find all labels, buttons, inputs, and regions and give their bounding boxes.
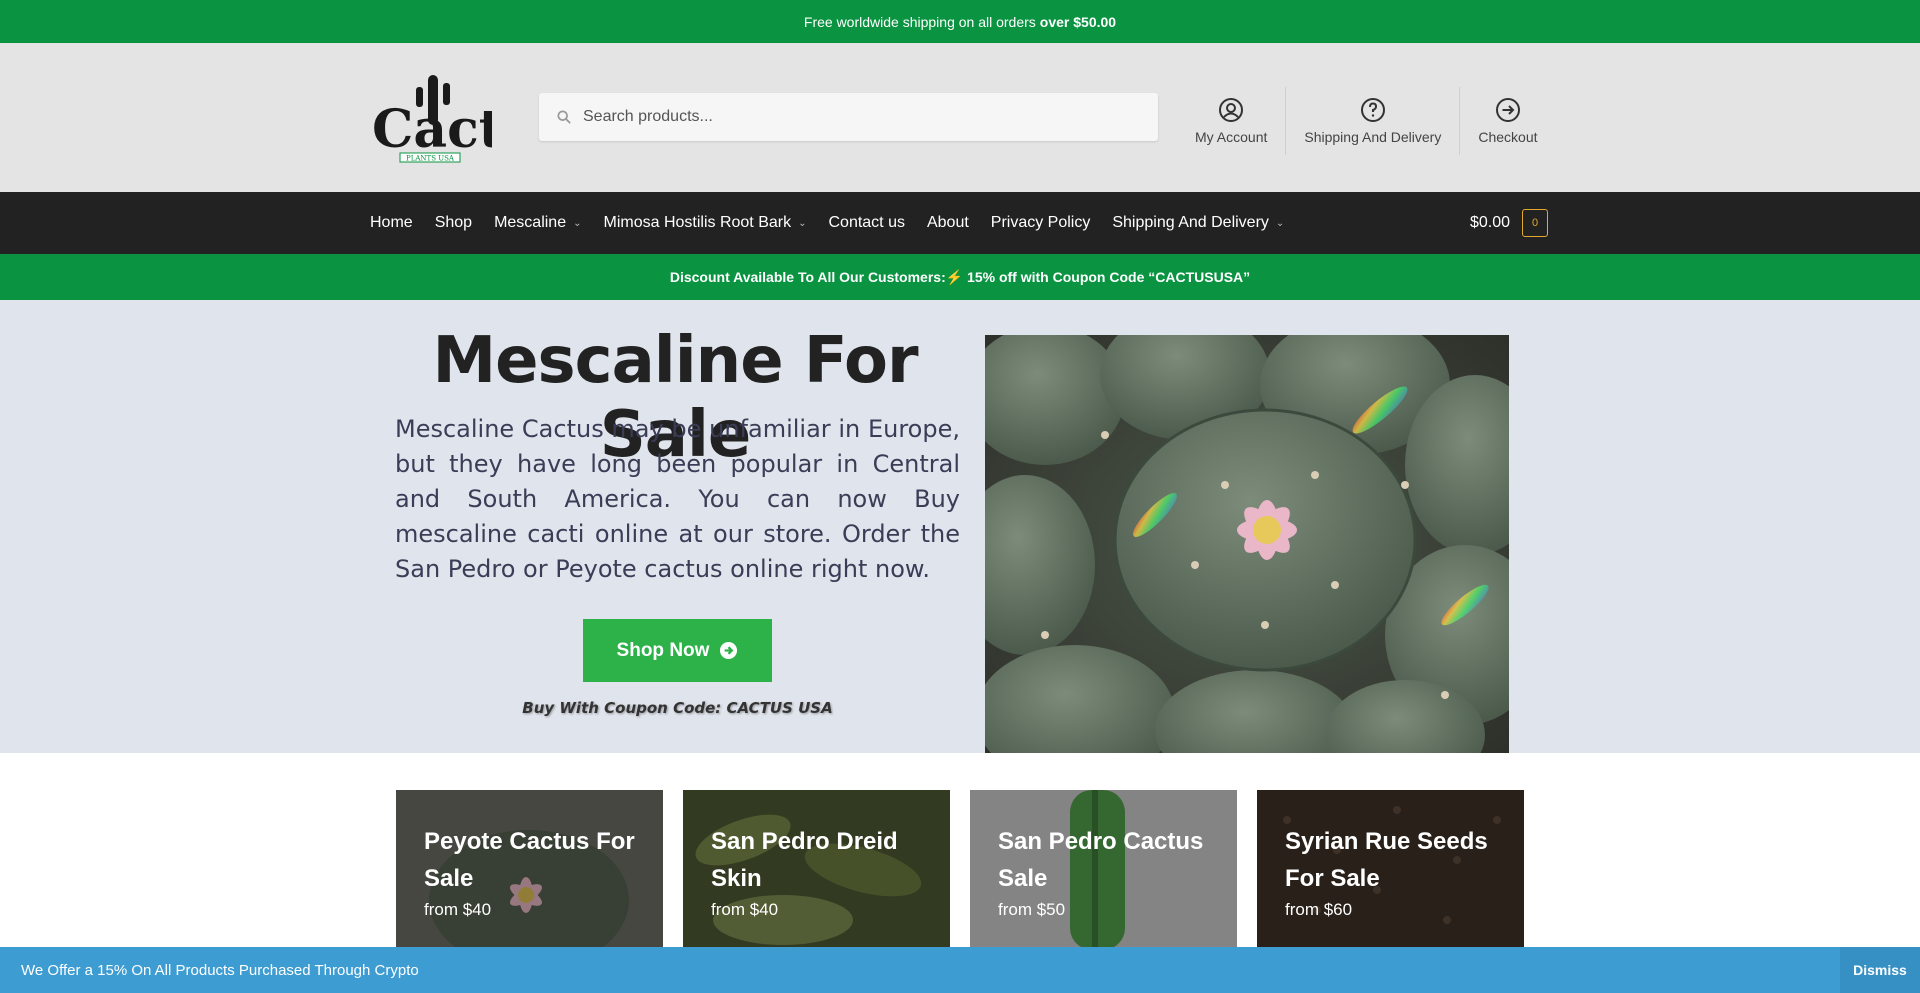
product-price: from $60 <box>1285 900 1353 919</box>
shipping-delivery-label: Shipping And Delivery <box>1304 129 1442 145</box>
product-title: Peyote Cactus For Sale <box>424 828 635 892</box>
hero-section: Mescaline For Sale Mescaline Cactus may … <box>0 300 1920 753</box>
main-nav: Home Shop Mescaline ⌄ Mimosa Hostilis Roo… <box>0 192 1920 254</box>
nav-item-about[interactable]: About <box>927 214 969 232</box>
product-card[interactable]: San Pedro Cactus Sale from $50 <box>970 790 1237 950</box>
nav-item-home[interactable]: Home <box>370 214 413 232</box>
my-account-link[interactable]: My Account <box>1177 87 1285 155</box>
cart-count-badge: 0 <box>1522 209 1549 237</box>
site-header: Cactus PLANTS USA My Account <box>0 43 1920 192</box>
cactus-logo-icon: Cactus PLANTS USA <box>372 75 570 163</box>
nav-item-label: Contact us <box>828 214 905 231</box>
nav-item-label: Mescaline <box>494 214 567 231</box>
product-title: San Pedro Cactus Sale <box>998 828 1204 892</box>
chevron-down-icon: ⌄ <box>798 217 807 229</box>
product-grid: Peyote Cactus For Sale from $40 San Pedr… <box>396 790 1544 950</box>
product-price: from $40 <box>711 900 779 919</box>
logo-subtext: PLANTS USA <box>406 155 455 163</box>
site-logo[interactable]: Cactus PLANTS USA <box>370 73 570 165</box>
product-title: Syrian Rue Seeds For Sale <box>1285 828 1488 892</box>
nav-item-mescaline[interactable]: Mescaline ⌄ <box>494 214 581 232</box>
product-card[interactable]: Peyote Cactus For Sale from $40 <box>396 790 663 950</box>
coupon-note: Buy With Coupon Code: CACTUS USA <box>522 699 833 717</box>
nav-item-label: Shop <box>434 214 473 231</box>
product-price: from $40 <box>424 900 492 919</box>
nav-item-label: Privacy Policy <box>990 214 1091 231</box>
nav-menu: Home Shop Mescaline ⌄ Mimosa Hostilis Roo… <box>370 192 1306 254</box>
nav-item-label: Home <box>370 214 413 231</box>
header-links: My Account Shipping And Delivery Checkou… <box>1177 87 1556 155</box>
product-card[interactable]: Syrian Rue Seeds For Sale from $60 <box>1257 790 1524 950</box>
arrow-circle-right-icon <box>719 641 738 660</box>
nav-item-label: Mimosa Hostilis Root Bark <box>603 214 792 231</box>
product-price: from $50 <box>998 900 1066 919</box>
dismiss-button[interactable]: Dismiss <box>1840 947 1920 993</box>
shipping-banner: Free worldwide shipping on all orders ov… <box>0 0 1920 43</box>
nav-item-mimosa[interactable]: Mimosa Hostilis Root Bark ⌄ <box>603 214 806 232</box>
search-input[interactable] <box>583 108 1143 126</box>
nav-item-shipping[interactable]: Shipping And Delivery ⌄ <box>1112 214 1284 232</box>
peyote-hero-image <box>985 335 1509 753</box>
shipping-delivery-link[interactable]: Shipping And Delivery <box>1285 87 1459 155</box>
nav-item-contact[interactable]: Contact us <box>828 214 904 232</box>
shop-now-label: Shop Now <box>616 639 710 661</box>
user-circle-icon <box>1219 98 1244 122</box>
arrow-circle-icon <box>1495 98 1520 122</box>
cart-total: $0.00 <box>1470 214 1511 231</box>
chevron-down-icon: ⌄ <box>573 217 582 229</box>
product-title: San Pedro Dreid Skin <box>711 828 898 892</box>
store-notice-text: We Offer a 15% On All Products Purchased… <box>21 961 419 979</box>
chevron-down-icon: ⌄ <box>1275 217 1285 229</box>
checkout-link[interactable]: Checkout <box>1459 87 1555 155</box>
nav-item-shop[interactable]: Shop <box>435 214 472 232</box>
question-circle-icon <box>1360 98 1385 122</box>
shipping-banner-threshold: over $50.00 <box>1039 13 1117 30</box>
discount-text: Discount Available To All Our Customers:… <box>669 268 1251 285</box>
search-icon <box>557 110 571 124</box>
shipping-banner-text: Free worldwide shipping on all orders <box>803 13 1036 30</box>
nav-item-label: Shipping And Delivery <box>1112 214 1269 231</box>
checkout-label: Checkout <box>1478 129 1538 145</box>
store-notice: We Offer a 15% On All Products Purchased… <box>0 947 1920 993</box>
search-bar[interactable] <box>539 93 1158 141</box>
discount-banner: Discount Available To All Our Customers:… <box>0 254 1920 300</box>
hero-description: Mescaline Cactus may be unfamiliar in Eu… <box>395 415 960 583</box>
shop-now-button[interactable]: Shop Now <box>583 619 772 682</box>
my-account-label: My Account <box>1195 129 1268 145</box>
cart-link[interactable]: $0.00 0 <box>1470 192 1549 254</box>
product-card[interactable]: San Pedro Dreid Skin from $40 <box>683 790 950 950</box>
nav-item-privacy[interactable]: Privacy Policy <box>991 214 1091 232</box>
nav-item-label: About <box>926 214 969 231</box>
